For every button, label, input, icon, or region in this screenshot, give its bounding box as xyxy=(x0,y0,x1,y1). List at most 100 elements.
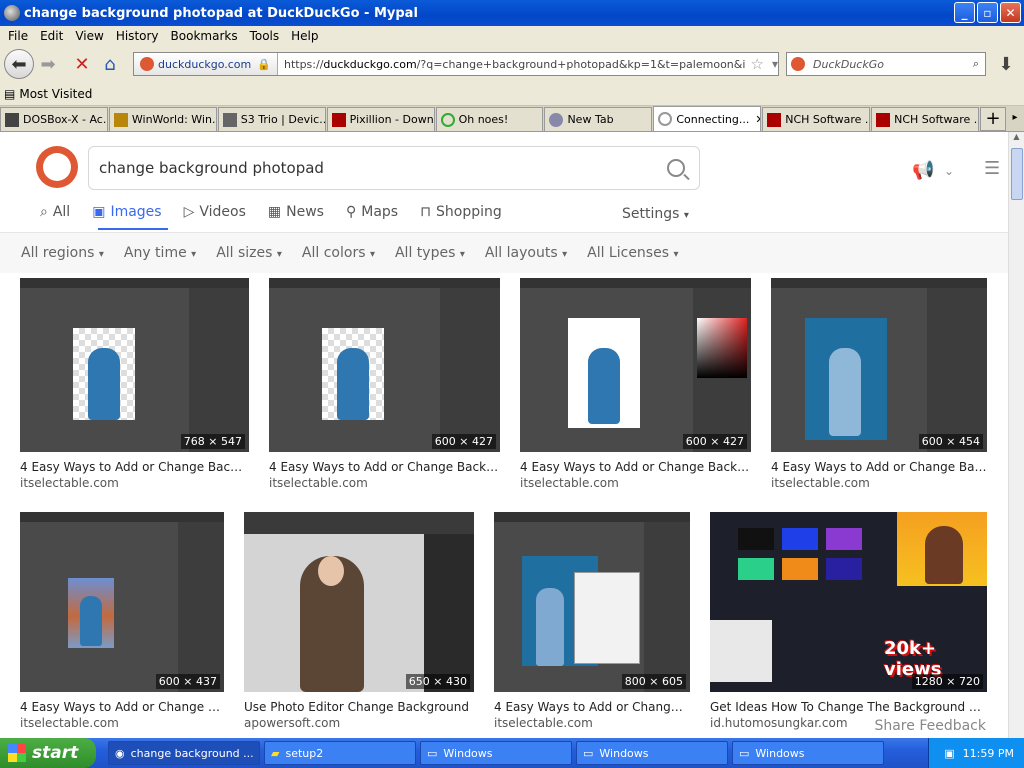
result-title[interactable]: 4 Easy Ways to Add or Change B... xyxy=(20,700,224,714)
result-thumbnail[interactable]: 20k+ views 1280 × 720 xyxy=(710,512,987,692)
close-button[interactable]: ✕ xyxy=(1000,2,1021,23)
filter-size[interactable]: All sizes ▾ xyxy=(216,245,282,261)
search-bar[interactable]: DuckDuckGo ⌕ xyxy=(786,52,986,76)
search-icon[interactable] xyxy=(667,159,685,177)
search-icon[interactable]: ⌕ xyxy=(973,57,979,71)
url-dropdown-icon[interactable]: ▾ xyxy=(772,57,778,71)
image-result[interactable]: 600 × 427 4 Easy Ways to Add or Change B… xyxy=(269,278,500,490)
tab-connecting[interactable]: Connecting...✕ xyxy=(653,106,762,131)
result-source[interactable]: itselectable.com xyxy=(20,716,224,730)
result-title[interactable]: 4 Easy Ways to Add or Change Backg... xyxy=(20,460,249,474)
menu-history[interactable]: History xyxy=(110,29,165,43)
taskbar-item-browser[interactable]: ◉ change background ... xyxy=(108,741,260,765)
taskbar-item-windows-3[interactable]: ▭ Windows xyxy=(732,741,884,765)
duckduckgo-logo[interactable] xyxy=(36,146,78,188)
taskbar-item-setup2[interactable]: ▰ setup2 xyxy=(264,741,416,765)
clock[interactable]: 11:59 PM xyxy=(963,747,1014,760)
bookmark-star-icon[interactable]: ☆ xyxy=(751,55,764,73)
menu-bookmarks[interactable]: Bookmarks xyxy=(165,29,244,43)
image-result[interactable]: 600 × 454 4 Easy Ways to Add or Change B… xyxy=(771,278,987,490)
maximize-button[interactable]: ▫ xyxy=(977,2,998,23)
result-title[interactable]: Get Ideas How To Change The Background O… xyxy=(710,700,987,714)
tab-nch-2[interactable]: NCH Software ... xyxy=(871,107,980,131)
start-button[interactable]: start xyxy=(0,738,96,768)
chevron-down-icon[interactable]: ⌄ xyxy=(944,164,954,178)
tab-oh-noes[interactable]: Oh noes! xyxy=(435,107,544,131)
menu-file[interactable]: File xyxy=(2,29,34,43)
result-thumbnail[interactable]: 768 × 547 xyxy=(20,278,249,452)
tab-videos[interactable]: ▷ Videos xyxy=(184,204,246,220)
tab-news[interactable]: ▦ News xyxy=(268,204,324,220)
image-result[interactable]: 800 × 605 4 Easy Ways to Add or Change .… xyxy=(494,512,690,730)
tab-maps[interactable]: ⚲ Maps xyxy=(346,204,398,220)
image-result[interactable]: 600 × 427 4 Easy Ways to Add or Change B… xyxy=(520,278,751,490)
result-source[interactable]: itselectable.com xyxy=(771,476,987,490)
scroll-up-icon[interactable]: ▲ xyxy=(1009,132,1024,146)
address-bar[interactable]: duckduckgo.com 🔒 https://duckduckgo.com/… xyxy=(133,52,779,76)
hamburger-menu-icon[interactable]: ☰ xyxy=(984,158,1000,179)
menu-edit[interactable]: Edit xyxy=(34,29,69,43)
search-engine-icon[interactable] xyxy=(791,57,805,71)
result-thumbnail[interactable]: 600 × 437 xyxy=(20,512,224,692)
tab-s3trio[interactable]: S3 Trio | Devic... xyxy=(217,107,326,131)
menu-tools[interactable]: Tools xyxy=(244,29,286,43)
stop-button[interactable]: ✕ xyxy=(68,50,96,78)
minimize-button[interactable]: _ xyxy=(954,2,975,23)
result-source[interactable]: apowersoft.com xyxy=(244,716,474,730)
result-title[interactable]: 4 Easy Ways to Add or Change Bac... xyxy=(771,460,987,474)
megaphone-icon[interactable]: 📢 xyxy=(912,160,934,181)
tab-images[interactable]: ▣ Images xyxy=(92,204,161,220)
image-result[interactable]: 768 × 547 4 Easy Ways to Add or Change B… xyxy=(20,278,249,490)
image-result[interactable]: 20k+ views 1280 × 720 Get Ideas How To C… xyxy=(710,512,987,730)
share-feedback-button[interactable]: Share Feedback xyxy=(868,714,992,738)
result-source[interactable]: itselectable.com xyxy=(494,716,690,730)
back-arrow-icon: ⬅ xyxy=(11,53,27,75)
home-button[interactable]: ⌂ xyxy=(96,50,124,78)
filter-region[interactable]: All regions ▾ xyxy=(21,245,104,261)
new-tab-button[interactable]: + xyxy=(980,107,1006,131)
menu-view[interactable]: View xyxy=(69,29,109,43)
filter-color[interactable]: All colors ▾ xyxy=(302,245,375,261)
downloads-button[interactable]: ⬇ xyxy=(992,50,1020,78)
site-identity[interactable]: duckduckgo.com 🔒 xyxy=(134,53,278,75)
filter-layout[interactable]: All layouts ▾ xyxy=(485,245,567,261)
url-text[interactable]: https://duckduckgo.com/?q=change+backgro… xyxy=(278,58,745,71)
network-icon[interactable]: ▣ xyxy=(944,747,954,760)
result-thumbnail[interactable]: 600 × 427 xyxy=(269,278,500,452)
tab-list-button[interactable]: ▸ xyxy=(1006,107,1024,131)
filter-type[interactable]: All types ▾ xyxy=(395,245,465,261)
bookmark-most-visited[interactable]: Most Visited xyxy=(19,87,92,101)
result-thumbnail[interactable]: 650 × 430 xyxy=(244,512,474,692)
page-scrollbar[interactable]: ▲ xyxy=(1008,132,1024,738)
close-tab-icon[interactable]: ✕ xyxy=(755,113,760,126)
tab-dosbox[interactable]: DOSBox-X - Ac... xyxy=(0,107,108,131)
result-title[interactable]: 4 Easy Ways to Add or Change Backgr... xyxy=(520,460,751,474)
tab-new-tab[interactable]: New Tab xyxy=(544,107,653,131)
query-input[interactable]: change background photopad xyxy=(88,146,700,190)
tab-all[interactable]: ⌕ All xyxy=(40,204,70,220)
result-source[interactable]: itselectable.com xyxy=(269,476,500,490)
result-title[interactable]: 4 Easy Ways to Add or Change Backgr... xyxy=(269,460,500,474)
result-title[interactable]: 4 Easy Ways to Add or Change ... xyxy=(494,700,690,714)
forward-button[interactable]: ➡ xyxy=(34,50,62,78)
filter-time[interactable]: Any time ▾ xyxy=(124,245,196,261)
settings-dropdown[interactable]: Settings ▾ xyxy=(622,206,689,222)
tab-nch-1[interactable]: NCH Software ... xyxy=(762,107,871,131)
result-thumbnail[interactable]: 800 × 605 xyxy=(494,512,690,692)
filter-license[interactable]: All Licenses ▾ xyxy=(587,245,678,261)
taskbar-item-windows-1[interactable]: ▭ Windows xyxy=(420,741,572,765)
result-title[interactable]: Use Photo Editor Change Background xyxy=(244,700,474,714)
tab-winworld[interactable]: WinWorld: Win... xyxy=(108,107,217,131)
result-thumbnail[interactable]: 600 × 427 xyxy=(520,278,751,452)
tab-pixillion[interactable]: Pixillion - Down... xyxy=(326,107,435,131)
tab-shopping[interactable]: ⊓ Shopping xyxy=(420,204,502,220)
image-result[interactable]: 650 × 430 Use Photo Editor Change Backgr… xyxy=(244,512,474,730)
taskbar-item-windows-2[interactable]: ▭ Windows xyxy=(576,741,728,765)
image-result[interactable]: 600 × 437 4 Easy Ways to Add or Change B… xyxy=(20,512,224,730)
menu-help[interactable]: Help xyxy=(285,29,324,43)
back-button[interactable]: ⬅ xyxy=(4,49,34,79)
result-source[interactable]: itselectable.com xyxy=(20,476,249,490)
result-thumbnail[interactable]: 600 × 454 xyxy=(771,278,987,452)
scrollbar-thumb[interactable] xyxy=(1011,148,1023,200)
result-source[interactable]: itselectable.com xyxy=(520,476,751,490)
